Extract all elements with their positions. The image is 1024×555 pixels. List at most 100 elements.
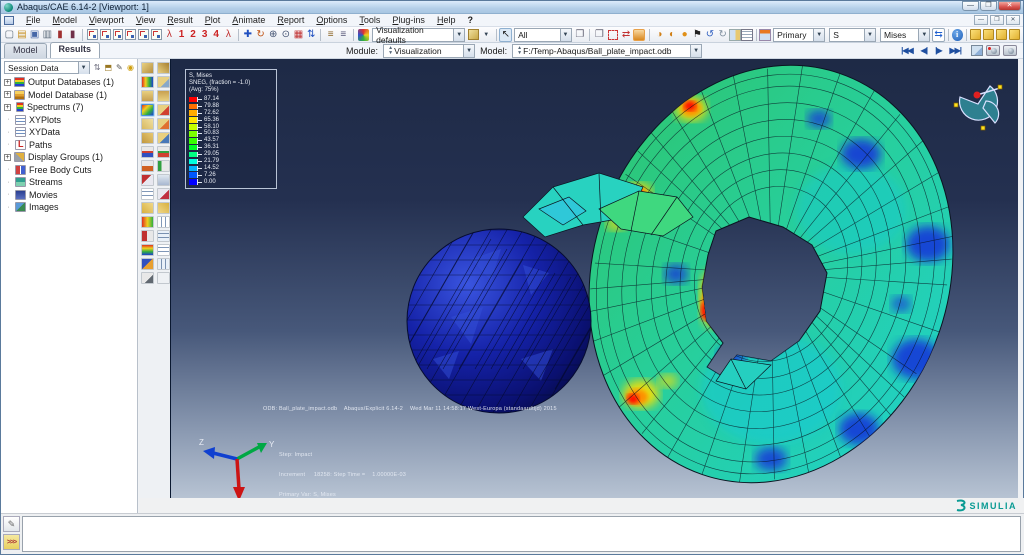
minimize-button[interactable]: — (962, 1, 979, 11)
pan-view-icon[interactable]: ✚ (242, 28, 255, 42)
toolbox-icon-xy-curve[interactable] (157, 188, 170, 200)
toolbox-icon-table-c[interactable] (157, 244, 170, 256)
chevron-down-icon[interactable]: ▼ (690, 45, 701, 57)
child-close-button[interactable]: ✕ (1006, 15, 1020, 25)
toolbox-icon-symbol-options[interactable] (157, 132, 170, 144)
snapshot-icon[interactable] (1003, 45, 1017, 56)
toolbox-icon-plot-undeformed[interactable] (141, 62, 154, 74)
toolbox-icon-spectrum-strip[interactable] (141, 244, 154, 256)
view-left-icon[interactable] (138, 29, 149, 40)
toolbox-icon-plot-symbols[interactable] (141, 90, 154, 102)
toolbox-icon-xy-grid[interactable] (141, 188, 154, 200)
view-top-icon[interactable] (113, 29, 124, 40)
chevron-down-icon[interactable]: ▼ (560, 29, 571, 41)
menu-result[interactable]: Result (161, 14, 199, 26)
toolbox-icon-contour-options[interactable] (157, 104, 170, 116)
view-bottom-icon[interactable] (125, 29, 136, 40)
next-frame-button[interactable]: |▶ (931, 46, 945, 55)
toolbox-icon-path-gold[interactable] (141, 202, 154, 214)
cut-quarter-icon[interactable]: ◐ (666, 28, 679, 42)
view-preset-4[interactable]: 4 (210, 29, 222, 40)
chevron-down-icon[interactable]: ▼ (453, 29, 464, 41)
toolbox-icon-probe[interactable] (141, 272, 154, 284)
view-right-icon[interactable] (151, 29, 162, 40)
toolbox-icon-plot-symbols-b[interactable] (157, 90, 170, 102)
open-file-icon[interactable]: ▤ (16, 28, 29, 42)
new-file-icon[interactable]: ▢ (3, 28, 16, 42)
view-preset-3[interactable]: 3 (199, 29, 211, 40)
select-cursor-icon[interactable]: ↖ (499, 28, 512, 42)
tree-scope-combo[interactable]: Session Data ▼ (4, 61, 90, 74)
menu-model[interactable]: Model (47, 14, 84, 26)
undo-icon[interactable]: ↺ (704, 28, 717, 42)
tree-item-spectrums[interactable]: + Spectrums (7) (1, 101, 137, 114)
toolbox-icon-xy-spectrum-a[interactable] (141, 146, 154, 158)
zoom-select-icon[interactable]: ⊙ (280, 28, 293, 42)
toolbox-icon-plot-contours-list[interactable] (141, 76, 154, 88)
toolbox-icon-free-body-cut[interactable] (141, 230, 154, 242)
view-compass[interactable] (950, 77, 1006, 133)
views-toolbox-icon[interactable] (633, 29, 645, 41)
expand-icon[interactable]: + (4, 91, 11, 98)
odb-display-wire-icon[interactable] (983, 29, 994, 40)
maximize-button[interactable]: ❐ (980, 1, 997, 11)
toolbox-icon-xy-node[interactable] (141, 174, 154, 186)
toolbox-icon-blank[interactable] (157, 272, 170, 284)
menu-animate[interactable]: Animate (226, 14, 271, 26)
expand-icon[interactable]: + (4, 154, 11, 161)
view-iso-icon[interactable]: λ (163, 28, 176, 42)
cut-half-icon[interactable]: ◑ (653, 28, 666, 42)
field-output-tree-icon[interactable] (759, 29, 771, 41)
tree-item-streams[interactable]: · Streams (1, 176, 137, 189)
message-box[interactable] (22, 516, 1021, 552)
field-variable-combo[interactable]: S ▼ (829, 28, 876, 42)
field-refinement-combo[interactable]: Mises ▼ (880, 28, 930, 42)
tab-model[interactable]: Model (4, 43, 47, 58)
toolbox-icon-color-code[interactable] (141, 258, 154, 270)
stack-icon[interactable]: ❐ (574, 28, 587, 42)
view-front-icon[interactable] (87, 29, 98, 40)
previous-frame-button[interactable]: ◀| (917, 46, 931, 55)
tile-horizontal-icon[interactable]: ≡ (324, 28, 337, 42)
copy-viewport-icon[interactable]: ❐ (593, 28, 606, 42)
redo-icon[interactable]: ↻ (716, 28, 729, 42)
tab-results[interactable]: Results (50, 42, 101, 58)
print-icon[interactable]: ▥ (41, 28, 54, 42)
first-frame-button[interactable]: |◀◀ (897, 46, 917, 55)
child-restore-button[interactable]: ❐ (990, 15, 1004, 25)
field-position-combo[interactable]: Primary ▼ (773, 28, 825, 42)
title-bar[interactable]: Abaqus/CAE 6.14-2 [Viewport: 1] — ❐ ✕ (1, 1, 1023, 14)
toolbox-icon-material-orientation[interactable] (141, 118, 154, 130)
toolbox-icon-table-a[interactable] (157, 216, 170, 228)
spinner-icon[interactable]: ▲▼ (387, 46, 394, 56)
magnify-view-icon[interactable]: ⊕ (267, 28, 280, 42)
menu-view[interactable]: View (130, 14, 161, 26)
odb-display-exact-icon[interactable] (1009, 29, 1020, 40)
probe-flag-icon[interactable]: ⚑ (691, 28, 704, 42)
tile-vertical-icon[interactable]: ≡ (337, 28, 350, 42)
cut-full-icon[interactable]: ● (678, 28, 691, 42)
menu-report[interactable]: Report (271, 14, 310, 26)
model-combo[interactable]: ▲▼ F:/Temp-Abaqus/Ball_plate_impact.odb … (512, 44, 702, 58)
info-icon[interactable]: i (952, 29, 963, 41)
spinner-icon[interactable]: ▲▼ (516, 46, 523, 56)
expand-icon[interactable]: + (4, 104, 11, 111)
tree-item-model-database[interactable]: + Model Database (1) (1, 89, 137, 102)
chevron-down-icon[interactable]: ▼ (813, 29, 824, 41)
context-help-item[interactable]: ? (461, 14, 479, 26)
menu-file[interactable]: File (20, 14, 47, 26)
toolbox-icon-xy-table[interactable] (157, 174, 170, 186)
toolbox-icon-xy-chart[interactable] (141, 160, 154, 172)
tree-edit-icon[interactable]: ✎ (114, 62, 125, 74)
run-standard-icon[interactable]: ▮ (54, 28, 67, 42)
box-zoom-icon[interactable]: ▦ (292, 28, 305, 42)
toolbox-icon-symbol-var[interactable] (141, 132, 154, 144)
field-report-icon[interactable] (741, 29, 753, 41)
render-style-icon[interactable] (468, 29, 479, 40)
message-area-button[interactable]: ✎ (3, 516, 20, 532)
view-back-icon[interactable] (100, 29, 111, 40)
toolbox-icon-contour-deformed[interactable] (141, 104, 154, 116)
odb-display-shaded-icon[interactable] (970, 29, 981, 40)
display-defaults-combo[interactable]: Visualization defaults ▼ (372, 28, 465, 42)
command-line-button[interactable]: >>> (3, 534, 20, 550)
